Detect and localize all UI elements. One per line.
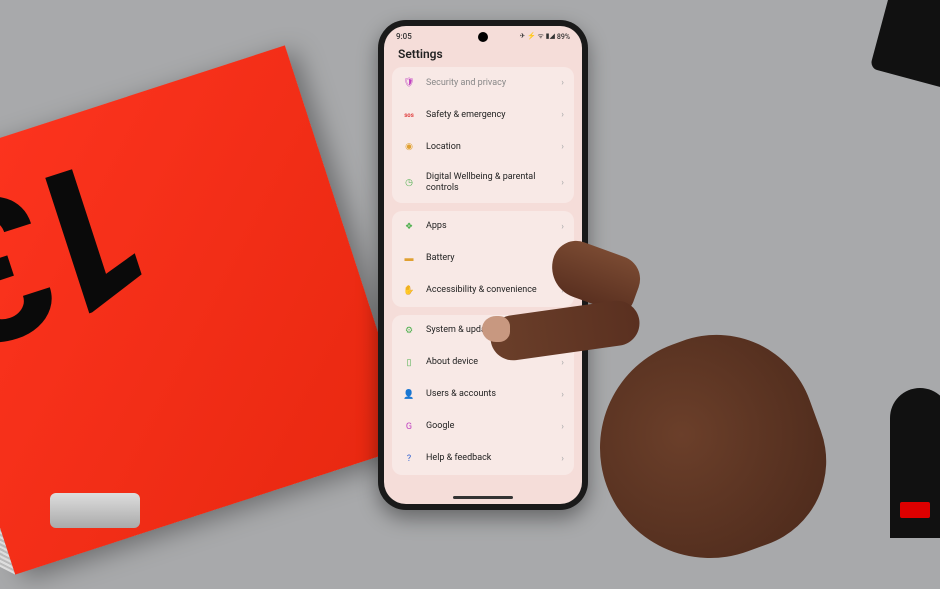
- chevron-right-icon: ›: [561, 78, 564, 88]
- settings-item-location[interactable]: ◉ Location ›: [392, 131, 574, 163]
- settings-item-help-feedback[interactable]: ? Help & feedback ›: [392, 443, 574, 475]
- settings-item-system-updates[interactable]: ⚙ System & updates ›: [392, 315, 574, 347]
- chevron-right-icon: ›: [561, 178, 564, 188]
- users-accounts-icon: 👤: [402, 388, 416, 402]
- chevron-right-icon: ›: [561, 222, 564, 232]
- location-icon: ◉: [402, 140, 416, 154]
- settings-item-label: Battery: [426, 253, 551, 264]
- system-updates-icon: ⚙: [402, 324, 416, 338]
- digital-wellbeing-icon: ◷: [402, 176, 416, 190]
- bg-object-top-right: [870, 0, 940, 89]
- settings-item-security-privacy[interactable]: 🛡 Security and privacy ›: [392, 67, 574, 99]
- settings-item-digital-wellbeing[interactable]: ◷ Digital Wellbeing & parental controls ›: [392, 163, 574, 203]
- settings-item-apps[interactable]: ❖ Apps ›: [392, 211, 574, 243]
- settings-item-label: Users & accounts: [426, 389, 551, 400]
- settings-item-users-accounts[interactable]: 👤 Users & accounts ›: [392, 379, 574, 411]
- settings-group: 🛡 Security and privacy › sos Safety & emerge…: [392, 67, 574, 203]
- settings-item-accessibility[interactable]: ✋ Accessibility & convenience ›: [392, 275, 574, 307]
- settings-item-about-device[interactable]: ▯ About device ›: [392, 347, 574, 379]
- status-icons: ✈ ⚡ ᯤ ▮◢: [519, 32, 554, 41]
- settings-item-label: Safety & emergency: [426, 110, 551, 121]
- safety-emergency-icon: sos: [402, 108, 416, 122]
- security-privacy-icon: 🛡: [402, 76, 416, 90]
- chevron-right-icon: ›: [561, 454, 564, 464]
- chevron-right-icon: ›: [561, 422, 564, 432]
- settings-item-label: Google: [426, 421, 551, 432]
- chevron-right-icon: ›: [561, 286, 564, 296]
- phone-frame: 9:05 ✈ ⚡ ᯤ ▮◢ 89% Settings 🛡 Security and…: [378, 20, 588, 510]
- settings-group: ❖ Apps › ▬ Battery › ✋ Accessibility & convenie…: [392, 211, 574, 307]
- battery-icon: ▬: [402, 252, 416, 266]
- chevron-right-icon: ›: [561, 110, 564, 120]
- chevron-right-icon: ›: [561, 358, 564, 368]
- settings-item-label: Security and privacy: [426, 78, 551, 89]
- settings-item-label: Location: [426, 142, 551, 153]
- chevron-right-icon: ›: [561, 142, 564, 152]
- status-time: 9:05: [396, 32, 412, 41]
- home-indicator[interactable]: [453, 496, 513, 499]
- settings-item-google[interactable]: G Google ›: [392, 411, 574, 443]
- camera-notch: [478, 32, 488, 42]
- watermark: [900, 502, 930, 518]
- apps-icon: ❖: [402, 220, 416, 234]
- settings-list[interactable]: 🛡 Security and privacy › sos Safety & emerge…: [384, 67, 582, 475]
- product-box-label: 13: [0, 123, 172, 375]
- settings-item-label: System & updates: [426, 325, 551, 336]
- settings-item-safety-emergency[interactable]: sos Safety & emergency ›: [392, 99, 574, 131]
- google-icon: G: [402, 420, 416, 434]
- settings-group: ⚙ System & updates › ▯ About device › 👤 Users &…: [392, 315, 574, 475]
- chevron-right-icon: ›: [561, 390, 564, 400]
- status-battery: 89%: [557, 33, 570, 41]
- settings-item-label: Apps: [426, 221, 551, 232]
- help-feedback-icon: ?: [402, 452, 416, 466]
- settings-item-label: Help & feedback: [426, 453, 551, 464]
- page-title: Settings: [384, 43, 582, 67]
- chevron-right-icon: ›: [561, 254, 564, 264]
- accessibility-icon: ✋: [402, 284, 416, 298]
- settings-item-label: Digital Wellbeing & parental controls: [426, 172, 551, 194]
- about-device-icon: ▯: [402, 356, 416, 370]
- chevron-right-icon: ›: [561, 326, 564, 336]
- bg-object-bottom-left: [50, 493, 140, 528]
- phone-screen: 9:05 ✈ ⚡ ᯤ ▮◢ 89% Settings 🛡 Security and…: [384, 26, 582, 504]
- settings-item-label: Accessibility & convenience: [426, 285, 551, 296]
- settings-item-battery[interactable]: ▬ Battery ›: [392, 243, 574, 275]
- settings-item-label: About device: [426, 357, 551, 368]
